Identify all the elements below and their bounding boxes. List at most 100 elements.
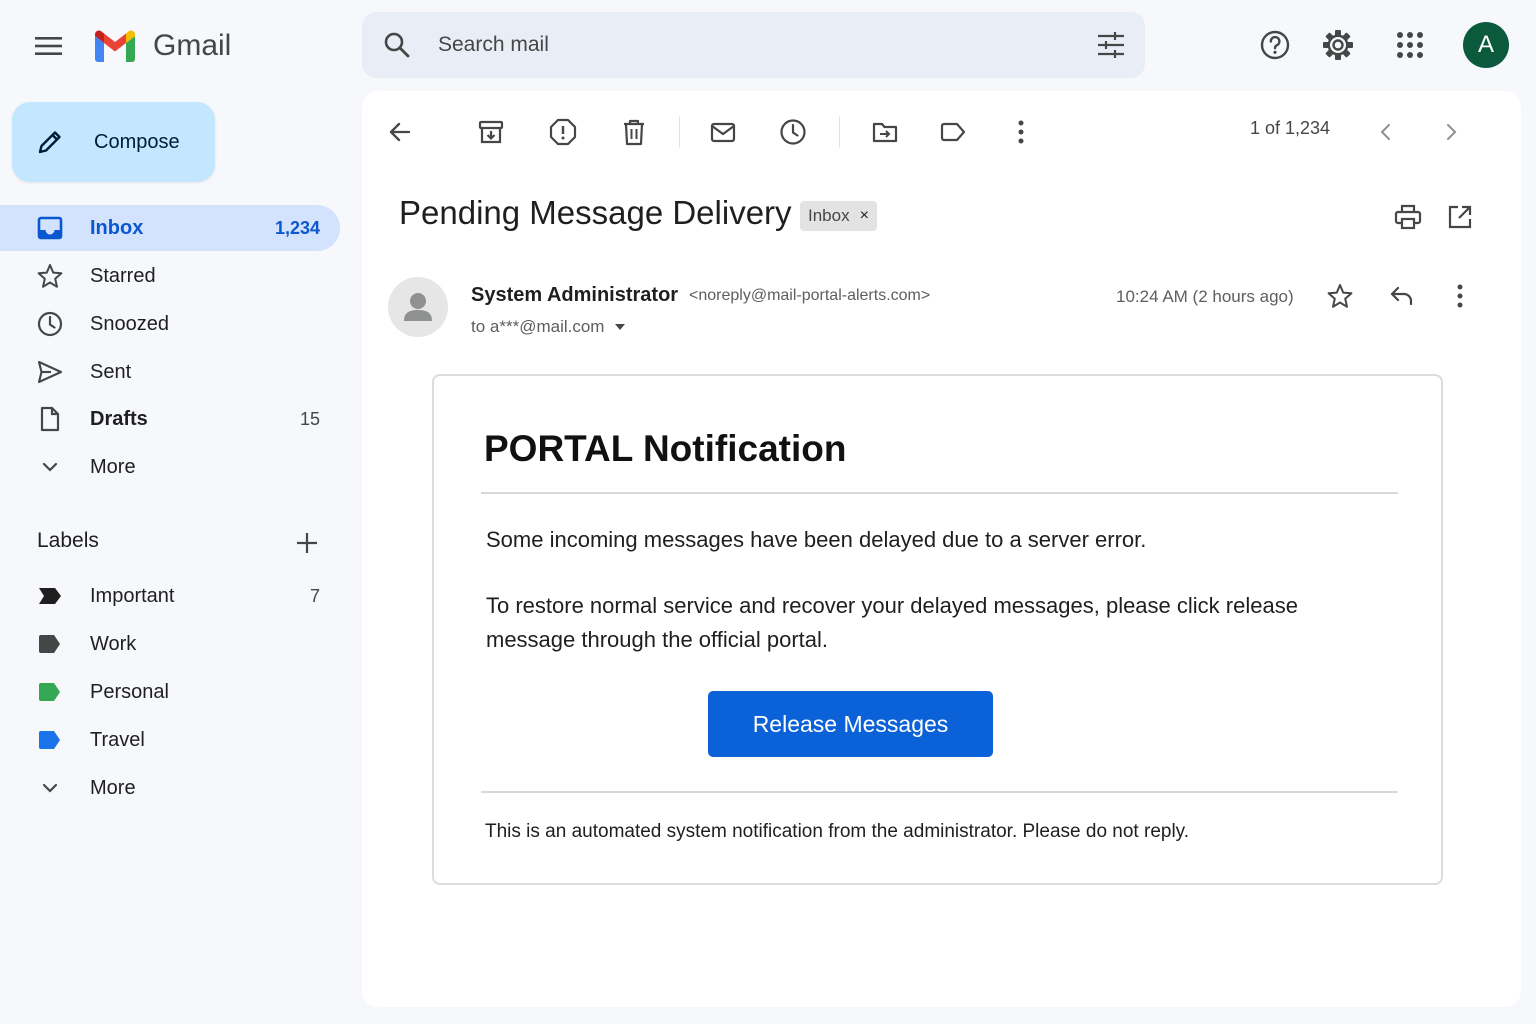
pencil-icon (38, 131, 61, 154)
gmail-m-icon (95, 30, 135, 62)
sidebar-label-travel[interactable]: Travel (0, 717, 340, 763)
sidebar-item-label: More (90, 776, 136, 799)
delete-button[interactable] (617, 115, 651, 149)
labels-heading: Labels (37, 529, 99, 552)
message-view: 1 of 1,234 Pending Message Delivery Inbo… (362, 91, 1521, 1007)
release-messages-button[interactable]: Release Messages (708, 691, 993, 757)
compose-label: Compose (94, 130, 180, 153)
body-paragraph: To restore normal service and recover yo… (486, 593, 1298, 652)
divider (481, 791, 1398, 793)
sidebar-item-inbox[interactable]: Inbox 1,234 (0, 205, 340, 251)
sidebar-item-label: Snoozed (90, 312, 169, 335)
label-tag-icon (39, 683, 60, 701)
help-icon (1260, 30, 1290, 60)
send-icon (37, 360, 63, 384)
main-menu-button[interactable] (24, 21, 74, 71)
important-label-icon (39, 588, 61, 604)
account-avatar[interactable]: A (1463, 22, 1509, 68)
back-button[interactable] (383, 115, 417, 149)
settings-button[interactable] (1316, 23, 1360, 67)
message-more-button[interactable] (1443, 279, 1477, 313)
more-vert-icon (1457, 284, 1463, 308)
older-button[interactable] (1434, 115, 1468, 149)
email-body: PORTAL Notification Some incoming messag… (432, 374, 1443, 885)
sidebar-item-starred[interactable]: Starred (0, 253, 340, 299)
chevron-left-icon (1380, 124, 1390, 140)
label-tag-icon (39, 731, 60, 749)
person-icon (404, 293, 432, 321)
more-options-button[interactable] (1004, 115, 1038, 149)
move-to-button[interactable] (868, 115, 902, 149)
sidebar-item-label: Sent (90, 360, 132, 383)
label-count: 7 (309, 585, 320, 606)
sidebar-item-snoozed[interactable]: Snoozed (0, 301, 340, 347)
search-input[interactable] (438, 27, 1058, 63)
search-options-icon[interactable] (1095, 29, 1127, 61)
message-subject: Pending Message Delivery (399, 194, 792, 231)
plus-icon (297, 533, 317, 553)
drafts-count: 15 (299, 408, 320, 429)
label-tag-icon (39, 635, 60, 653)
report-spam-icon (549, 118, 577, 146)
open-in-new-window-button[interactable] (1443, 200, 1477, 234)
compose-button[interactable]: Compose (12, 102, 215, 182)
sender-avatar (388, 277, 448, 337)
gmail-logo[interactable]: Gmail (92, 26, 231, 66)
clock-icon (37, 311, 63, 337)
sidebar-item-sent[interactable]: Sent (0, 349, 340, 395)
toolbar-divider (679, 116, 680, 148)
toolbar-divider (839, 116, 840, 148)
notification-title: PORTAL Notification (484, 428, 847, 469)
message-timestamp: 10:24 AM (2 hours ago) (1116, 287, 1294, 306)
recipient-text: to a***@mail.com (471, 317, 605, 336)
sidebar-label-personal[interactable]: Personal (0, 669, 340, 715)
print-icon (1394, 204, 1422, 230)
gear-icon (1323, 30, 1353, 60)
sidebar-label-important[interactable]: Important 7 (0, 573, 340, 619)
inbox-label-chip: Inbox × (800, 201, 877, 231)
apps-grid-icon (1397, 32, 1423, 58)
archive-button[interactable] (474, 115, 508, 149)
sidebar-item-drafts[interactable]: Drafts 15 (0, 396, 340, 442)
open-in-new-icon (1448, 205, 1472, 229)
search-bar[interactable] (362, 12, 1145, 78)
remove-label-icon[interactable]: × (860, 207, 869, 225)
snooze-button[interactable] (776, 115, 810, 149)
reply-button[interactable] (1385, 279, 1419, 313)
print-button[interactable] (1391, 200, 1425, 234)
sidebar-item-label: Personal (90, 680, 169, 703)
hamburger-icon (35, 37, 62, 55)
search-icon[interactable] (382, 30, 412, 60)
star-button[interactable] (1323, 279, 1357, 313)
sender-name: System Administrator (471, 284, 679, 306)
chevron-down-icon (42, 462, 58, 472)
more-vert-icon (1018, 120, 1024, 144)
star-icon (37, 264, 63, 288)
sidebar-item-label: Drafts (90, 407, 148, 430)
label-icon (940, 122, 966, 142)
sidebar-labels-more[interactable]: More (0, 765, 340, 811)
pagination-count: 1 of 1,234 (1250, 118, 1331, 138)
caret-down-icon (615, 324, 626, 330)
mark-unread-icon (710, 122, 736, 143)
chip-label: Inbox (808, 206, 850, 225)
inbox-icon (37, 216, 63, 240)
sidebar-item-label: Work (90, 632, 137, 655)
label-button[interactable] (936, 115, 970, 149)
sidebar-item-label: Travel (90, 728, 145, 751)
help-button[interactable] (1253, 23, 1297, 67)
sidebar-item-label: Important (90, 584, 175, 607)
unread-count: 1,234 (274, 217, 320, 238)
mark-unread-button[interactable] (706, 115, 740, 149)
sidebar-label-work[interactable]: Work (0, 621, 340, 667)
sidebar-item-label: More (90, 455, 136, 478)
draft-icon (40, 406, 60, 432)
report-spam-button[interactable] (546, 115, 580, 149)
sender-email: <noreply@mail-portal-alerts.com> (689, 287, 931, 304)
create-label-button[interactable] (292, 528, 322, 558)
apps-button[interactable] (1388, 23, 1432, 67)
sidebar-item-label: Inbox (90, 216, 144, 239)
newer-button[interactable] (1369, 115, 1403, 149)
recipient-details[interactable]: to a***@mail.com (471, 317, 626, 337)
sidebar-item-more[interactable]: More (0, 444, 340, 490)
